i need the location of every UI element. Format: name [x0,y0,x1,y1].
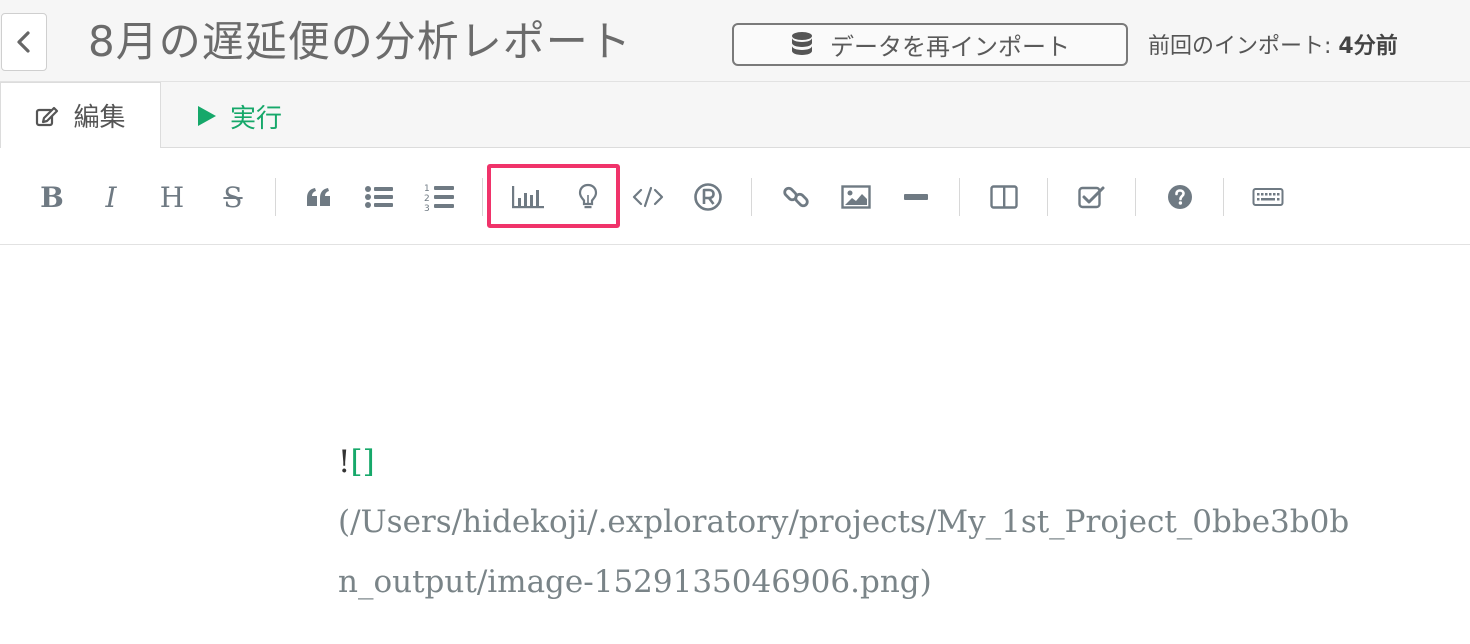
code-icon [632,186,664,208]
svg-text:3: 3 [424,204,430,212]
image-path-line-2: n_output/image-1529135046906.png) [338,564,932,600]
image-icon [841,185,871,209]
horizontal-rule-button[interactable] [896,178,936,216]
quote-button[interactable] [299,178,339,216]
checkbox-button[interactable] [1072,178,1112,216]
bullet-list-button[interactable] [359,178,399,216]
keyboard-icon [1252,188,1284,206]
registered-r-icon [694,183,722,211]
last-import-value: 4分前 [1338,34,1398,59]
chevron-left-icon [17,31,30,53]
quote-icon [307,188,330,206]
link-icon [783,186,809,208]
toolbar-divider [1135,178,1136,216]
toolbar-divider [1223,178,1224,216]
markdown-bang: ! [338,444,351,480]
heading-icon: H [159,180,185,214]
bullet-list-icon [365,186,393,208]
toolbar-divider [482,178,483,216]
link-button[interactable] [776,178,816,216]
help-button[interactable] [1160,178,1200,216]
help-icon [1168,185,1192,209]
bold-icon: B [40,180,64,214]
tab-edit[interactable]: 編集 [0,82,161,148]
r-code-button[interactable] [688,178,728,216]
code-button[interactable] [628,178,668,216]
heading-button[interactable]: H [152,178,192,216]
bold-button[interactable]: B [32,178,72,216]
edit-icon [36,106,59,126]
reimport-data-label: データを再インポート [830,33,1070,61]
markdown-brackets: [] [350,444,375,480]
strikethrough-button[interactable]: S [213,178,253,216]
toolbar-divider [959,178,960,216]
page-title: 8月の遅延便の分析レポート [88,17,632,66]
tab-run-label: 実行 [230,103,283,134]
image-path-line-1: (/Users/hidekoji/.exploratory/projects/M… [338,504,1350,540]
toolbar-divider [751,178,752,216]
numbered-list-button[interactable]: 1 2 3 [419,178,459,216]
back-button[interactable] [1,13,47,71]
editor-toolbar: B I H S 1 2 3 [0,148,1470,245]
editor-content[interactable]: ![] (/Users/hidekoji/.exploratory/projec… [338,432,1470,612]
checkbox-icon [1078,186,1105,209]
database-icon [792,31,812,55]
strikethrough-icon: S [223,180,243,214]
highlight-box [487,164,620,228]
italic-icon: I [105,180,117,214]
svg-text:1: 1 [424,184,430,194]
numbered-list-icon: 1 2 3 [424,184,454,212]
toolbar-divider [275,178,276,216]
image-button[interactable] [836,178,876,216]
last-import-label: 前回のインポート: [1148,34,1332,59]
mode-tabs: 編集 実行 [0,82,1470,148]
horizontal-rule-icon [904,194,928,200]
image-markdown-line: ![] [338,432,1470,492]
reimport-data-button[interactable]: データを再インポート [732,23,1128,66]
play-icon [198,106,216,126]
tab-edit-label: 編集 [73,103,126,133]
last-import-status: 前回のインポート: 4分前 [1148,28,1398,60]
tab-run[interactable]: 実行 [196,96,282,136]
keyboard-shortcuts-button[interactable] [1248,178,1288,216]
columns-icon [990,185,1018,209]
italic-button[interactable]: I [91,178,131,216]
split-view-button[interactable] [984,178,1024,216]
svg-text:2: 2 [424,194,430,204]
toolbar-divider [1047,178,1048,216]
report-header: 8月の遅延便の分析レポート データを再インポート 前回のインポート: 4分前 [0,0,1470,82]
